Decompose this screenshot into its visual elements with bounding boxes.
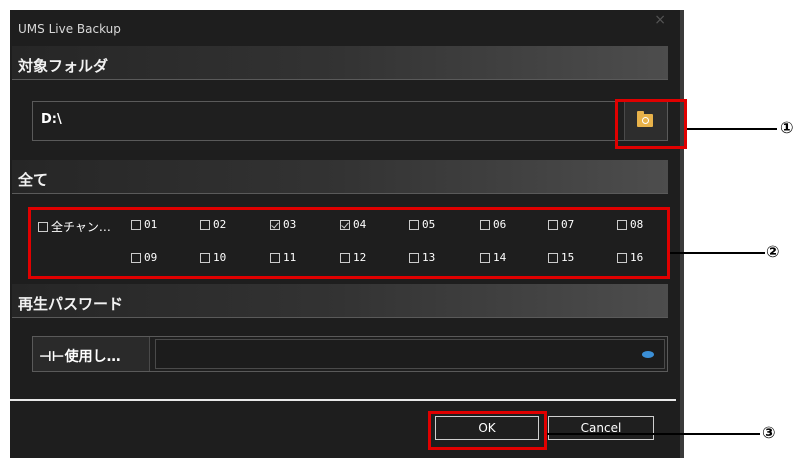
callout-2: ② [766, 242, 780, 261]
title-bar: UMS Live Backup × [10, 10, 680, 46]
folder-path-value: D:\ [41, 112, 62, 127]
section-target-folder: 対象フォルダ [12, 46, 668, 80]
close-icon[interactable]: × [654, 12, 666, 28]
password-input[interactable] [155, 339, 665, 369]
leader-line-2 [670, 252, 765, 254]
section-playback-password: 再生パスワード [12, 284, 668, 318]
highlight-ok-button [428, 411, 547, 450]
leader-line-1 [687, 128, 777, 130]
cancel-button[interactable]: Cancel [548, 416, 654, 440]
folder-path-field[interactable]: D:\ [32, 101, 668, 141]
footer-divider [10, 399, 676, 401]
highlight-channel-grid [28, 207, 670, 279]
section-all: 全て [12, 160, 668, 194]
window-edge [680, 10, 684, 458]
leader-line-3 [547, 433, 760, 435]
callout-3: ③ [762, 423, 776, 442]
window-title: UMS Live Backup [18, 22, 121, 36]
password-enable-toggle[interactable]: ⊣⊢使用し… [33, 337, 150, 371]
eye-icon[interactable] [642, 351, 654, 358]
callout-1: ① [780, 118, 794, 137]
highlight-browse-folder [615, 99, 687, 149]
password-row: ⊣⊢使用し… [32, 336, 668, 372]
